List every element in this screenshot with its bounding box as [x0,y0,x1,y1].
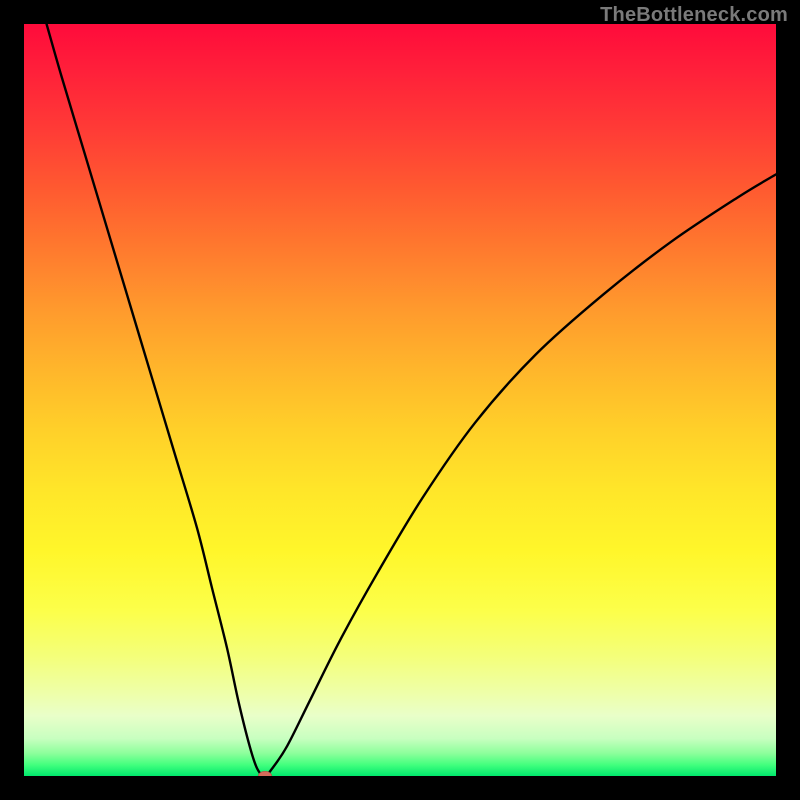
plot-area [24,24,776,776]
minimum-marker-icon [258,771,272,776]
chart-stage: TheBottleneck.com [0,0,800,800]
watermark-text: TheBottleneck.com [600,4,788,27]
bottleneck-curve [24,24,776,776]
